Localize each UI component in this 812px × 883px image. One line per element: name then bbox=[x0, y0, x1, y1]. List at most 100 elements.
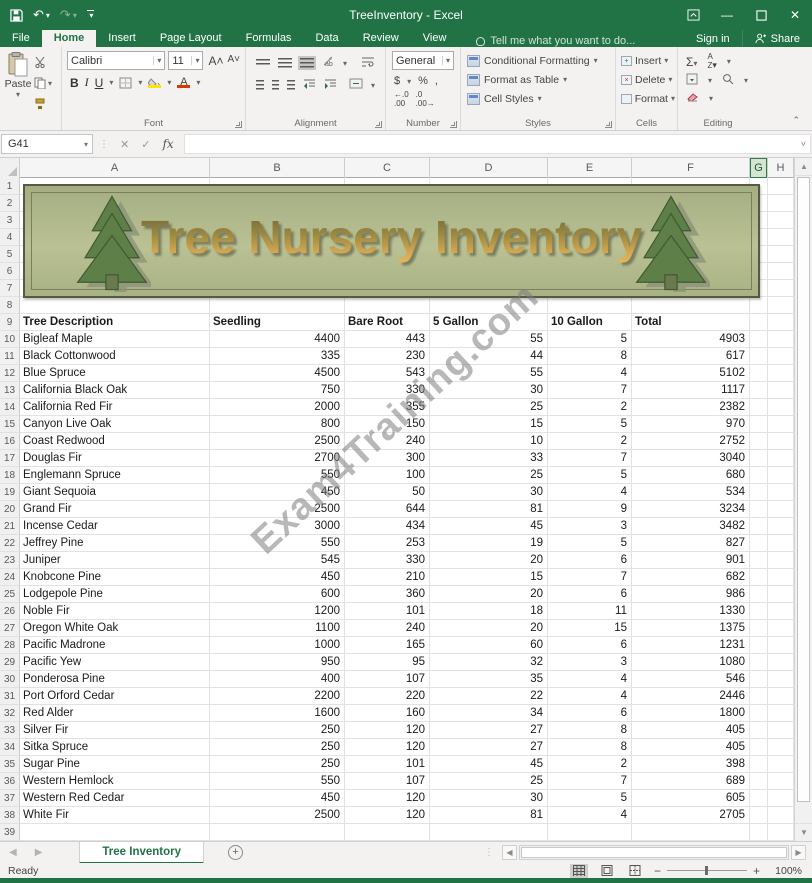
cell-B32[interactable]: 1600 bbox=[210, 705, 345, 722]
cell-G34[interactable] bbox=[750, 739, 768, 756]
row-header[interactable]: 23 bbox=[0, 552, 20, 569]
orientation-icon[interactable]: ab bbox=[322, 54, 335, 72]
expand-formula-bar-icon[interactable]: ˅ bbox=[801, 139, 806, 149]
cell-G8[interactable] bbox=[750, 297, 768, 314]
cell-F18[interactable]: 680 bbox=[632, 467, 750, 484]
borders-button[interactable] bbox=[119, 77, 132, 89]
cell-B31[interactable]: 2200 bbox=[210, 688, 345, 705]
cell-H29[interactable] bbox=[768, 654, 794, 671]
cell-B38[interactable]: 2500 bbox=[210, 807, 345, 824]
tab-insert[interactable]: Insert bbox=[96, 30, 148, 47]
cell-A25[interactable]: Lodgepole Pine bbox=[20, 586, 210, 603]
cell-F27[interactable]: 1375 bbox=[632, 620, 750, 637]
new-sheet-icon[interactable]: + bbox=[228, 845, 243, 860]
cell-A28[interactable]: Pacific Madrone bbox=[20, 637, 210, 654]
cell-G25[interactable] bbox=[750, 586, 768, 603]
cell-C19[interactable]: 50 bbox=[345, 484, 430, 501]
cell-A21[interactable]: Incense Cedar bbox=[20, 518, 210, 535]
cell-F29[interactable]: 1080 bbox=[632, 654, 750, 671]
horizontal-scroll-thumb[interactable] bbox=[521, 847, 787, 858]
font-size-select[interactable]: 11▾ bbox=[168, 51, 203, 70]
cell-F24[interactable]: 682 bbox=[632, 569, 750, 586]
sheet-tab-tree-inventory[interactable]: Tree Inventory bbox=[79, 842, 204, 864]
cell-D30[interactable]: 35 bbox=[430, 671, 548, 688]
cell-H25[interactable] bbox=[768, 586, 794, 603]
cell-A19[interactable]: Giant Sequoia bbox=[20, 484, 210, 501]
cell-A23[interactable]: Juniper bbox=[20, 552, 210, 569]
cell-F33[interactable]: 405 bbox=[632, 722, 750, 739]
cell-H11[interactable] bbox=[768, 348, 794, 365]
cell-E24[interactable]: 7 bbox=[548, 569, 632, 586]
row-header[interactable]: 11 bbox=[0, 348, 20, 365]
font-family-select[interactable]: Calibri▾ bbox=[67, 51, 165, 70]
decrease-font-icon[interactable]: A˅ bbox=[227, 54, 240, 68]
cell-E8[interactable] bbox=[548, 297, 632, 314]
cell-H3[interactable] bbox=[768, 212, 794, 229]
cell-H14[interactable] bbox=[768, 399, 794, 416]
row-header[interactable]: 21 bbox=[0, 518, 20, 535]
vertical-scrollbar[interactable]: ▲ ▼ bbox=[794, 158, 812, 841]
zoom-in-icon[interactable]: + bbox=[753, 864, 760, 878]
cell-G29[interactable] bbox=[750, 654, 768, 671]
cell-G37[interactable] bbox=[750, 790, 768, 807]
cell-D17[interactable]: 33 bbox=[430, 450, 548, 467]
tab-home[interactable]: Home bbox=[42, 30, 97, 47]
cell-F17[interactable]: 3040 bbox=[632, 450, 750, 467]
tab-formulas[interactable]: Formulas bbox=[234, 30, 304, 47]
cell-B34[interactable]: 250 bbox=[210, 739, 345, 756]
cell-H39[interactable] bbox=[768, 824, 794, 841]
cell-C29[interactable]: 95 bbox=[345, 654, 430, 671]
name-box[interactable]: G41▾ bbox=[1, 134, 93, 154]
cell-G15[interactable] bbox=[750, 416, 768, 433]
row-header[interactable]: 18 bbox=[0, 467, 20, 484]
cell-F22[interactable]: 827 bbox=[632, 535, 750, 552]
cell-F16[interactable]: 2752 bbox=[632, 433, 750, 450]
cell-E12[interactable]: 4 bbox=[548, 365, 632, 382]
cell-B10[interactable]: 4400 bbox=[210, 331, 345, 348]
sheet-nav-right-icon[interactable]: ▶ bbox=[26, 847, 52, 858]
cell-D29[interactable]: 32 bbox=[430, 654, 548, 671]
cell-A37[interactable]: Western Red Cedar bbox=[20, 790, 210, 807]
column-header-G[interactable]: G bbox=[750, 158, 768, 178]
cell-G23[interactable] bbox=[750, 552, 768, 569]
cell-A31[interactable]: Port Orford Cedar bbox=[20, 688, 210, 705]
cell-H2[interactable] bbox=[768, 195, 794, 212]
font-dialog-launcher-icon[interactable] bbox=[235, 121, 242, 128]
chevron-down-icon[interactable]: ▾ bbox=[407, 77, 411, 86]
row-header[interactable]: 3 bbox=[0, 212, 20, 229]
minimize-button[interactable]: — bbox=[710, 0, 744, 30]
column-header-C[interactable]: C bbox=[345, 158, 430, 178]
scroll-left-icon[interactable]: ◀ bbox=[502, 845, 517, 860]
undo-icon[interactable]: ↶▾ bbox=[33, 7, 50, 23]
share-button[interactable]: Share bbox=[742, 30, 812, 47]
cell-H20[interactable] bbox=[768, 501, 794, 518]
zoom-slider[interactable]: − + bbox=[654, 864, 760, 878]
cell-F28[interactable]: 1231 bbox=[632, 637, 750, 654]
column-header-H[interactable]: H bbox=[768, 158, 794, 178]
row-header[interactable]: 38 bbox=[0, 807, 20, 824]
scroll-right-icon[interactable]: ▶ bbox=[791, 845, 806, 860]
cell-C33[interactable]: 120 bbox=[345, 722, 430, 739]
row-header[interactable]: 15 bbox=[0, 416, 20, 433]
cell-C23[interactable]: 330 bbox=[345, 552, 430, 569]
row-header[interactable]: 29 bbox=[0, 654, 20, 671]
merge-center-icon[interactable] bbox=[349, 76, 363, 94]
chevron-down-icon[interactable]: ▾ bbox=[709, 94, 713, 103]
cell-B27[interactable]: 1100 bbox=[210, 620, 345, 637]
row-header[interactable]: 36 bbox=[0, 773, 20, 790]
cell-A16[interactable]: Coast Redwood bbox=[20, 433, 210, 450]
banner-image[interactable]: Tree Nursery Inventory bbox=[23, 184, 760, 298]
cell-A38[interactable]: White Fir bbox=[20, 807, 210, 824]
format-as-table-button[interactable]: Format as Table▾ bbox=[463, 69, 613, 88]
cell-E38[interactable]: 4 bbox=[548, 807, 632, 824]
cell-E32[interactable]: 6 bbox=[548, 705, 632, 722]
cell-B35[interactable]: 250 bbox=[210, 756, 345, 773]
row-header[interactable]: 28 bbox=[0, 637, 20, 654]
format-painter-icon[interactable] bbox=[34, 96, 58, 112]
cell-D27[interactable]: 20 bbox=[430, 620, 548, 637]
cell-C21[interactable]: 434 bbox=[345, 518, 430, 535]
cell-A34[interactable]: Sitka Spruce bbox=[20, 739, 210, 756]
close-button[interactable]: ✕ bbox=[778, 0, 812, 30]
cell-E13[interactable]: 7 bbox=[548, 382, 632, 399]
cell-A30[interactable]: Ponderosa Pine bbox=[20, 671, 210, 688]
